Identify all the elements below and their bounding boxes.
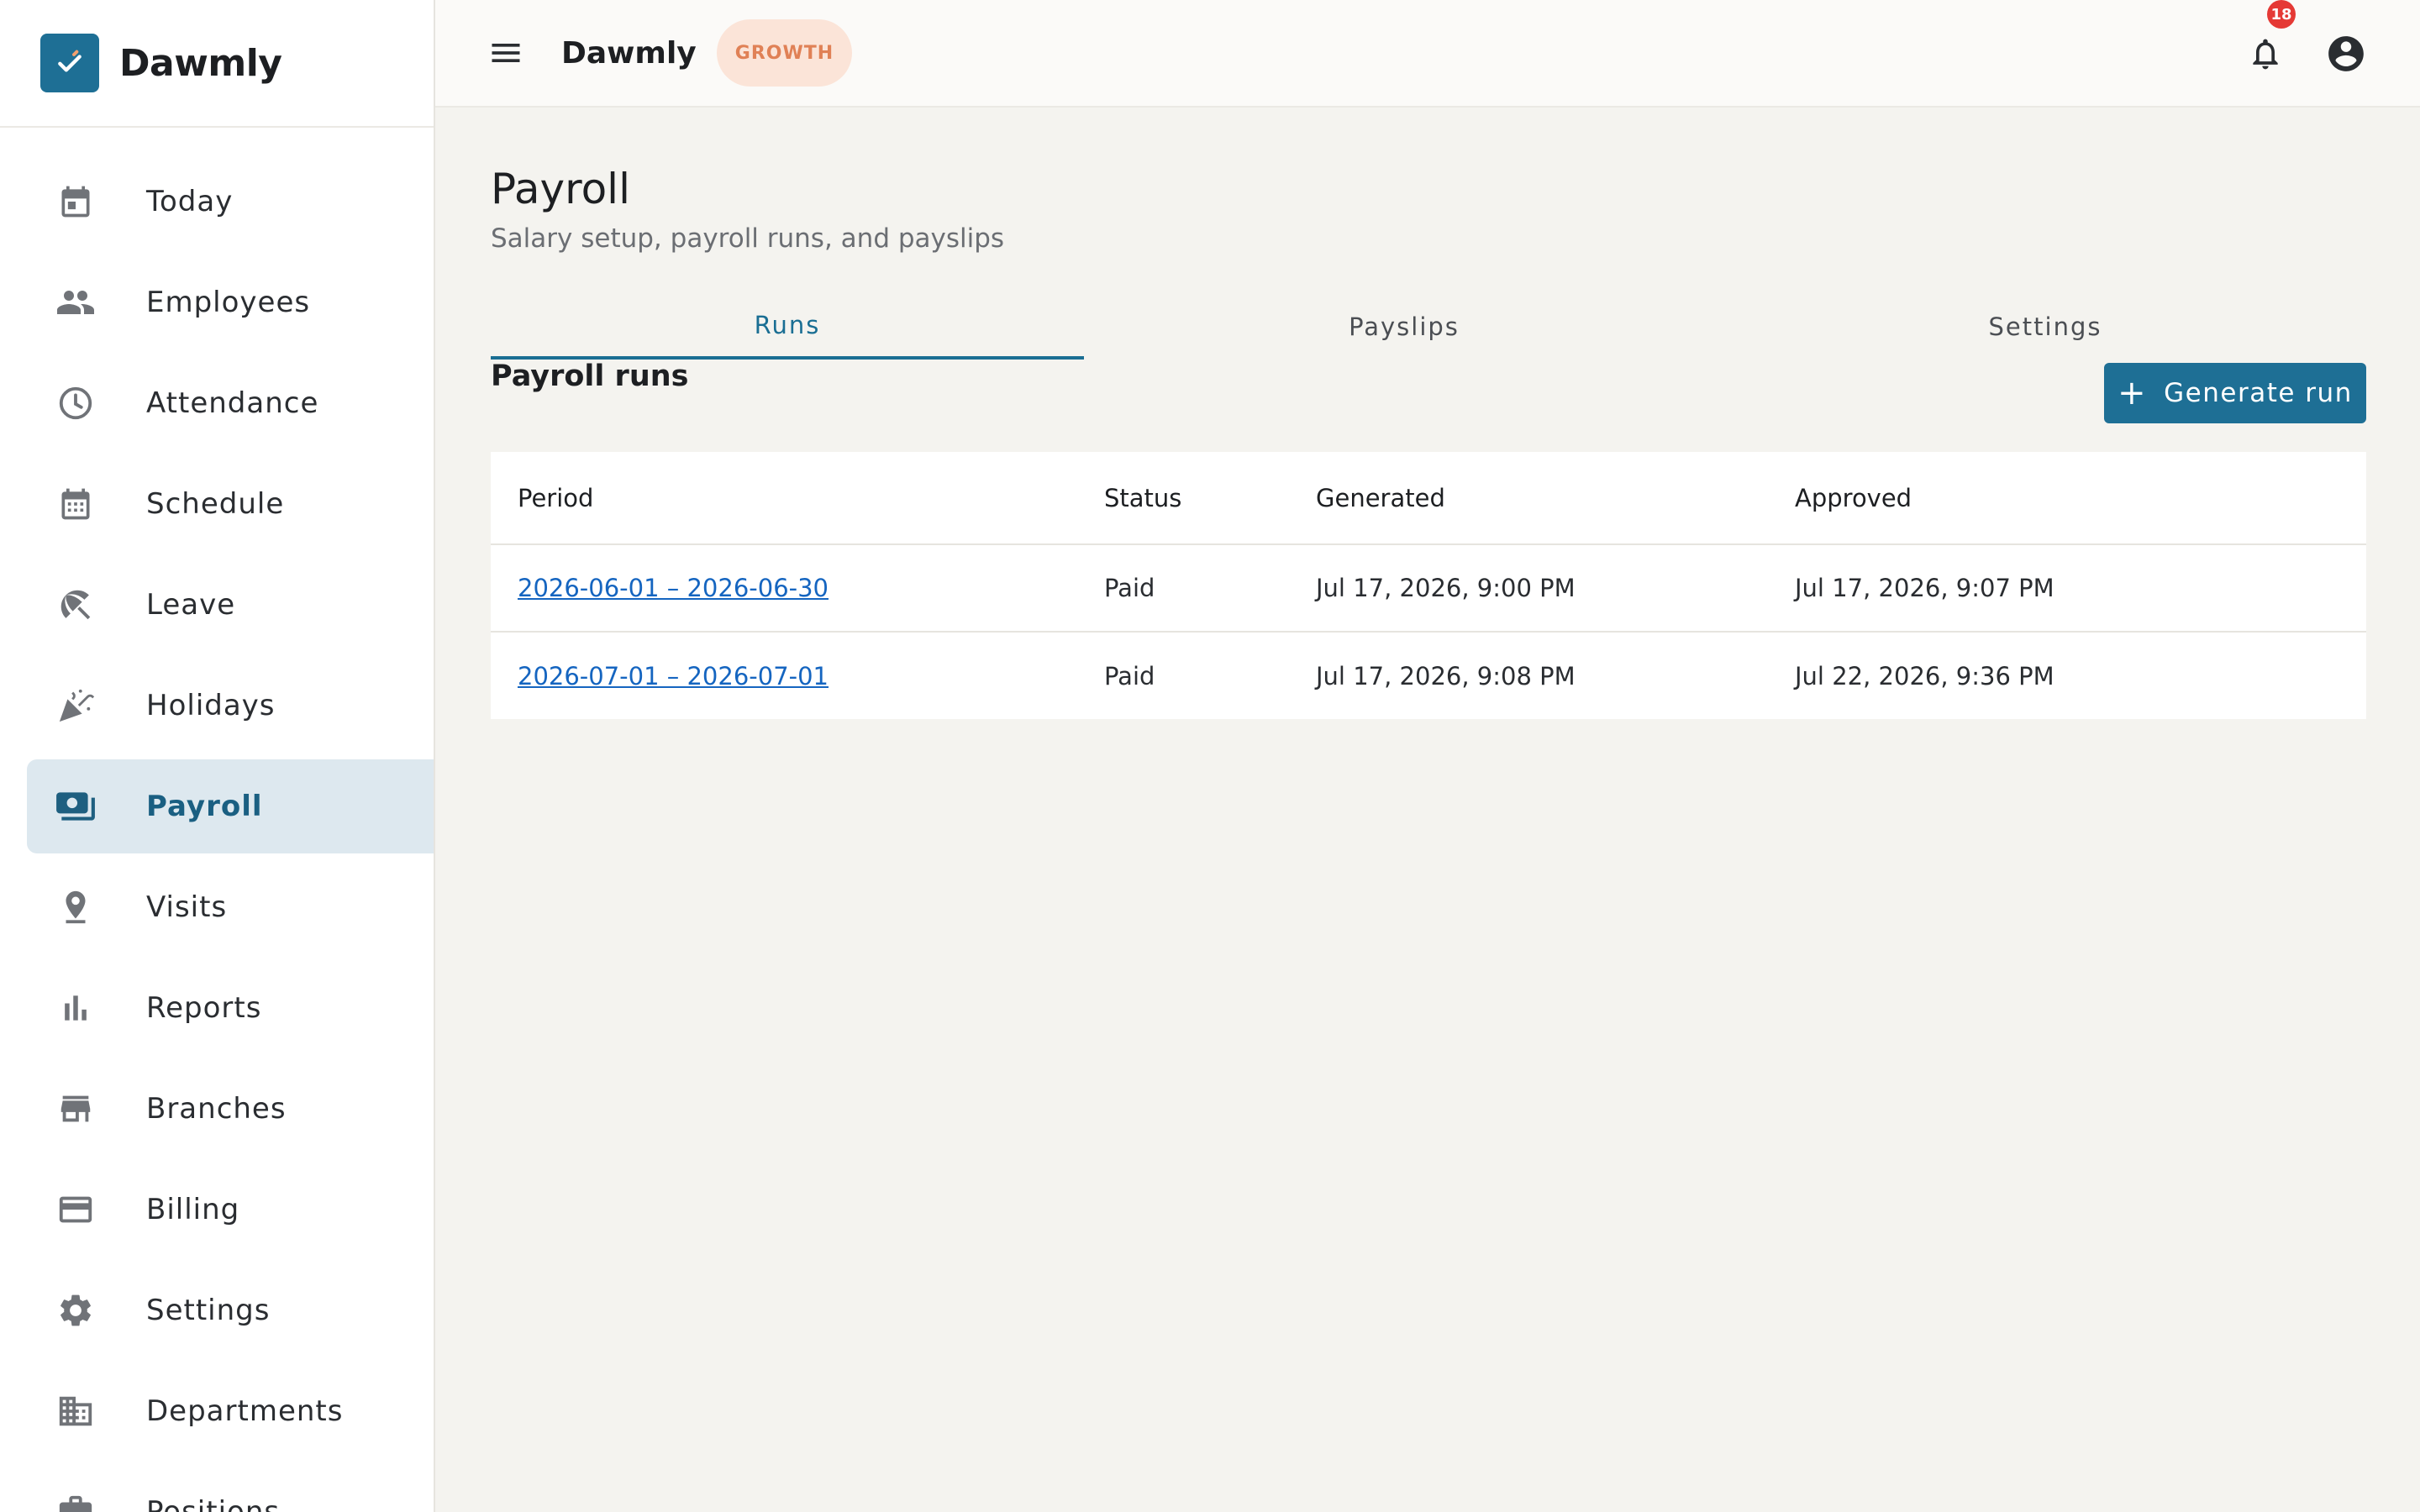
plan-badge: GROWTH bbox=[716, 19, 853, 87]
runs-header: Payroll runs + Generate run bbox=[491, 360, 2366, 423]
page-subtitle: Salary setup, payroll runs, and payslips bbox=[491, 223, 1005, 254]
sidebar-item-visits[interactable]: Visits bbox=[27, 860, 434, 954]
notifications-button[interactable]: 18 bbox=[2242, 0, 2296, 77]
sidebar-item-label: Today bbox=[146, 185, 234, 218]
column-header-generated[interactable]: Generated bbox=[1316, 452, 1795, 545]
app-title: Dawmly bbox=[561, 35, 697, 71]
top-bar: Dawmly GROWTH 18 bbox=[435, 0, 2420, 108]
sidebar-item-reports[interactable]: Reports bbox=[27, 961, 434, 1055]
section-title: Payroll runs bbox=[491, 360, 689, 393]
sidebar-item-today[interactable]: Today bbox=[27, 155, 434, 249]
top-actions: 18 bbox=[2242, 0, 2370, 77]
briefcase-icon bbox=[52, 1488, 99, 1512]
sidebar-item-label: Holidays bbox=[146, 689, 276, 722]
generated-cell: Jul 17, 2026, 9:00 PM bbox=[1316, 544, 1795, 633]
approved-cell: Jul 22, 2026, 9:36 PM bbox=[1795, 661, 2054, 690]
tab-payslips[interactable]: Payslips bbox=[1084, 294, 1724, 360]
sidebar-item-label: Branches bbox=[146, 1092, 287, 1126]
tab-settings[interactable]: Settings bbox=[1724, 294, 2366, 360]
beach-umbrella-icon bbox=[52, 581, 99, 628]
main-area: Dawmly GROWTH 18 Payroll Salary setup, p… bbox=[435, 0, 2420, 1512]
generate-run-button[interactable]: + Generate run bbox=[2104, 363, 2366, 423]
account-circle-icon bbox=[2328, 36, 2364, 71]
sidebar-item-label: Reports bbox=[146, 991, 262, 1025]
sidebar-nav: Today Employees Attendance Schedule Leav… bbox=[0, 128, 434, 1512]
brand-logo-icon bbox=[40, 34, 99, 92]
notification-count-badge: 18 bbox=[2267, 0, 2296, 29]
people-icon bbox=[52, 279, 99, 326]
bar-chart-icon bbox=[52, 984, 99, 1032]
tabs: Runs Payslips Settings bbox=[491, 294, 2366, 360]
celebration-icon bbox=[52, 682, 99, 729]
sidebar-item-label: Schedule bbox=[146, 487, 285, 521]
sidebar-item-departments[interactable]: Departments bbox=[27, 1364, 434, 1458]
sidebar-item-label: Positions bbox=[146, 1495, 281, 1512]
table-row[interactable]: 2026-07-01 – 2026-07-01 Paid Jul 17, 202… bbox=[491, 632, 2366, 719]
sidebar-item-label: Settings bbox=[146, 1294, 271, 1327]
column-header-period[interactable]: Period bbox=[491, 452, 1104, 545]
brand[interactable]: Dawmly bbox=[0, 0, 434, 128]
brand-name: Dawmly bbox=[119, 41, 282, 85]
period-cell: 2026-07-01 – 2026-07-01 bbox=[491, 632, 1104, 719]
page-title: Payroll bbox=[491, 165, 630, 213]
period-link[interactable]: 2026-07-01 – 2026-07-01 bbox=[518, 662, 829, 690]
gear-icon bbox=[52, 1287, 99, 1334]
table-header-row: Period Status Generated Approved bbox=[491, 452, 2366, 545]
sidebar-item-settings[interactable]: Settings bbox=[27, 1263, 434, 1357]
status-cell: Paid bbox=[1104, 661, 1155, 690]
generate-run-label: Generate run bbox=[2164, 378, 2353, 408]
sidebar-item-billing[interactable]: Billing bbox=[27, 1163, 434, 1257]
sidebar-item-positions[interactable]: Positions bbox=[27, 1465, 434, 1512]
bell-icon bbox=[2253, 39, 2278, 70]
period-cell: 2026-06-01 – 2026-06-30 bbox=[491, 544, 1104, 633]
generated-cell: Jul 17, 2026, 9:08 PM bbox=[1316, 661, 1576, 690]
page-content: Payroll Salary setup, payroll runs, and … bbox=[435, 108, 2420, 719]
payroll-runs-table: Period Status Generated Approved 2026-06… bbox=[491, 452, 2366, 719]
sidebar-item-attendance[interactable]: Attendance bbox=[27, 356, 434, 450]
status-cell: Paid bbox=[1104, 544, 1316, 633]
plus-icon: + bbox=[2118, 374, 2148, 412]
table-row[interactable]: 2026-06-01 – 2026-06-30 Paid Jul 17, 202… bbox=[491, 544, 2366, 633]
sidebar-item-holidays[interactable]: Holidays bbox=[27, 659, 434, 753]
sidebar-item-payroll[interactable]: Payroll bbox=[27, 759, 434, 853]
sidebar-item-label: Visits bbox=[146, 890, 228, 924]
money-icon bbox=[52, 783, 99, 830]
sidebar-item-label: Employees bbox=[146, 286, 311, 319]
calendar-today-icon bbox=[52, 178, 99, 225]
column-header-status[interactable]: Status bbox=[1104, 452, 1316, 545]
sidebar-item-label: Departments bbox=[146, 1394, 344, 1428]
clock-icon bbox=[52, 380, 99, 427]
sidebar-item-label: Attendance bbox=[146, 386, 319, 420]
sidebar-item-branches[interactable]: Branches bbox=[27, 1062, 434, 1156]
approved-cell: Jul 17, 2026, 9:07 PM bbox=[1795, 544, 2366, 633]
building-icon bbox=[52, 1388, 99, 1435]
account-button[interactable] bbox=[2323, 30, 2370, 77]
sidebar-item-label: Leave bbox=[146, 588, 236, 622]
sidebar-item-leave[interactable]: Leave bbox=[27, 558, 434, 652]
store-icon bbox=[52, 1085, 99, 1132]
sidebar-item-employees[interactable]: Employees bbox=[27, 255, 434, 349]
period-link[interactable]: 2026-06-01 – 2026-06-30 bbox=[518, 574, 829, 602]
menu-icon[interactable] bbox=[482, 29, 529, 76]
location-pin-icon bbox=[52, 884, 99, 931]
sidebar-item-label: Billing bbox=[146, 1193, 240, 1226]
sidebar: Dawmly Today Employees Attendance Schedu… bbox=[0, 0, 435, 1512]
calendar-grid-icon bbox=[52, 480, 99, 528]
credit-card-icon bbox=[52, 1186, 99, 1233]
tab-runs[interactable]: Runs bbox=[491, 294, 1084, 360]
sidebar-item-schedule[interactable]: Schedule bbox=[27, 457, 434, 551]
sidebar-item-label: Payroll bbox=[146, 790, 263, 823]
column-header-approved[interactable]: Approved bbox=[1795, 452, 2366, 545]
